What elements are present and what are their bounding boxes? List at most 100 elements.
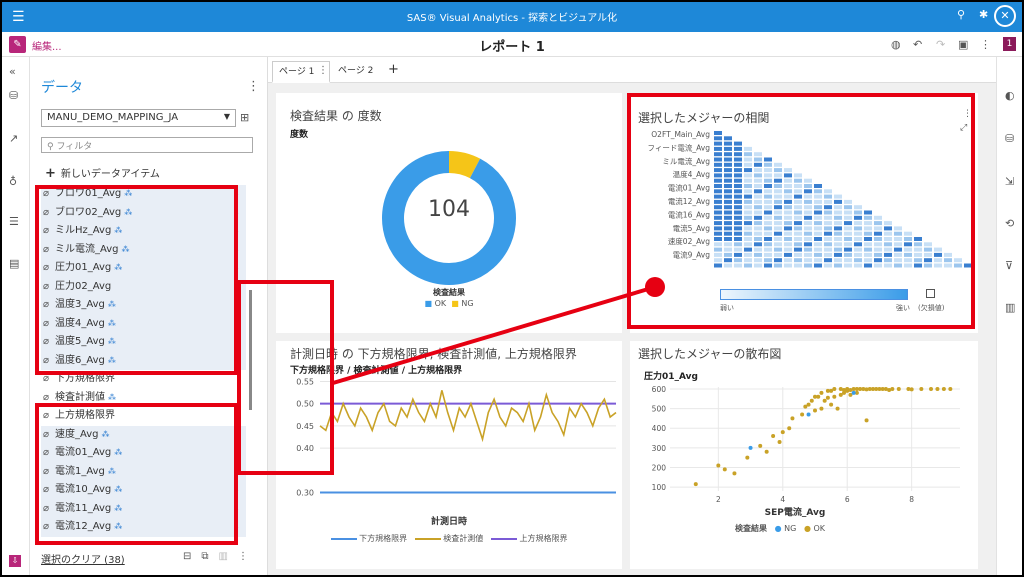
legend-upper-label: 上方規格限界 <box>519 534 568 543</box>
pin-icon[interactable]: ⇩ <box>9 555 21 567</box>
scatter-point-ok <box>803 404 808 409</box>
donut-slice-ng <box>448 151 481 179</box>
scatter-legend-title: 検査結果 <box>734 524 767 533</box>
y-tick-label: 200 <box>652 463 667 472</box>
actions-icon[interactable]: ⇲ <box>1005 175 1014 188</box>
highlight-box-connector <box>237 280 334 475</box>
highlight-box-measures-1 <box>35 185 238 375</box>
scatter-xlabel: SEP電流_Avg <box>764 508 826 518</box>
scatter-point-ok <box>777 439 782 444</box>
filter-input[interactable]: ⚲ フィルタ <box>41 137 253 153</box>
y-tick-label: 400 <box>652 424 667 433</box>
highlight-box-correlation <box>627 93 975 329</box>
new-data-item-button[interactable]: + 新しいデータアイテム <box>45 165 160 181</box>
highlight-box-measures-2 <box>35 403 238 545</box>
scatter-point-ok <box>813 394 817 399</box>
ranks-icon[interactable]: ▥ <box>1005 301 1015 314</box>
x-tick-label: 8 <box>909 495 914 504</box>
tab-menu-icon[interactable]: ⋮ <box>318 65 328 76</box>
scatter-point-ok <box>948 386 953 391</box>
footer-menu-icon[interactable]: ⋮ <box>238 551 258 562</box>
filter-placeholder: フィルタ <box>56 142 93 152</box>
document-icon[interactable]: ▤ <box>9 257 19 270</box>
chart-icon[interactable]: ↗ <box>9 132 18 145</box>
add-page-icon[interactable]: + <box>388 62 399 77</box>
left-rail: « ⛁ ↗ ♁ ☰ ▤ ⇩ <box>0 57 30 577</box>
scatter-point-ok <box>780 430 785 435</box>
scatter-point-ok <box>941 386 946 391</box>
chevron-down-icon: ▼ <box>223 112 230 121</box>
notification-badge[interactable]: 1 <box>1003 37 1016 51</box>
scatter-point-ok <box>822 398 827 403</box>
save-icon[interactable]: ▣ <box>958 38 968 51</box>
legend-lower-swatch <box>330 537 357 540</box>
y-tick-label: 100 <box>652 483 667 492</box>
trash-icon[interactable]: ▥ <box>219 551 238 562</box>
legend-upper-swatch <box>490 537 517 540</box>
collapse-icon[interactable]: « <box>9 65 16 78</box>
scatter-point-ok <box>693 482 698 487</box>
share-icon[interactable]: ◍ <box>891 38 901 51</box>
scatter-point-ok <box>716 463 721 468</box>
scatter-point-ok <box>845 388 850 393</box>
donut-center-value: 104 <box>428 197 470 222</box>
data-item-label: 検査計測値 <box>55 391 105 403</box>
rules-icon[interactable]: ⟲ <box>1005 217 1014 230</box>
scatter-point-ok <box>825 395 830 400</box>
scatter-legend: 検査結果 ● NG ● OK <box>630 523 930 534</box>
scatter-card[interactable]: 選択したメジャーの散布図 圧力01_Avg 100 200 300 400 500 600… <box>630 341 978 569</box>
tab-page-2[interactable]: ページ 2 <box>332 61 379 83</box>
scatter-point-ok <box>832 394 837 399</box>
scatter-point-ok <box>745 455 750 460</box>
lightbulb-icon[interactable]: ♁ <box>9 175 17 188</box>
scatter-point-ok <box>813 408 817 413</box>
legend-ok-swatch: ■ <box>424 299 433 308</box>
app-title: SAS® Visual Analytics - 探索とビジュアル化 <box>406 13 618 24</box>
database-icon[interactable]: ⛁ <box>9 89 18 102</box>
scatter-point-ok <box>835 406 840 411</box>
filter-icon[interactable]: ⊽ <box>1005 259 1013 272</box>
scatter-point-ng <box>748 445 753 450</box>
scatter-point-ok <box>896 386 901 391</box>
close-icon[interactable]: ✕ <box>994 5 1016 27</box>
data-roles-icon[interactable]: ⛁ <box>1005 132 1014 145</box>
plus-icon: + <box>45 166 56 181</box>
legend-ok-dot: ● <box>803 524 811 533</box>
app-header: ☰ SAS® Visual Analytics - 探索とビジュアル化 ⚲ ✱ … <box>0 0 1024 32</box>
page-tabs: ページ 1 ⋮ ページ 2 + <box>268 57 996 83</box>
data-source-icon[interactable]: ⊞ <box>240 111 249 124</box>
legend-ng-swatch: ■ <box>451 299 459 308</box>
y-tick-label: 0.30 <box>296 489 314 498</box>
redo-icon[interactable]: ↷ <box>936 38 945 51</box>
notification-icon[interactable]: ✱ <box>979 8 988 21</box>
more-icon[interactable]: ⋮ <box>980 38 991 51</box>
scatter-point-ok <box>758 443 763 448</box>
list-icon[interactable]: ☰ <box>9 215 19 228</box>
palette-icon[interactable]: ◐ <box>1005 89 1015 102</box>
scatter-point-ok <box>935 386 940 391</box>
scatter-point-ok <box>800 412 805 417</box>
legend-measure-swatch <box>414 537 441 540</box>
legend-ng-dot: ● <box>774 524 782 533</box>
scatter-point-ok <box>809 398 814 403</box>
line-xlabel: 計測日時 <box>430 517 467 527</box>
scatter-plot: 100 200 300 400 500 600 2 4 6 8 <box>652 385 960 504</box>
copy-icon[interactable]: ⧉ <box>201 551 218 562</box>
pane-footer-icons: ⊟⧉▥⋮ <box>183 551 258 562</box>
search-icon[interactable]: ⚲ <box>957 8 965 21</box>
scatter-point-ok <box>819 406 824 411</box>
pane-menu-icon[interactable]: ⋮ <box>247 79 260 94</box>
undo-icon[interactable]: ↶ <box>913 38 922 51</box>
line-legend: 下方規格限界 検査計測値 上方規格限界 <box>276 533 622 544</box>
scatter-point-ok <box>919 386 924 391</box>
scatter-point-ng <box>851 390 856 395</box>
data-source-select[interactable]: MANU_DEMO_MAPPING_JA ▼ <box>41 109 236 127</box>
measurement-line <box>319 390 617 443</box>
measure-icon: ⁂ <box>108 392 116 402</box>
scatter-point-ok <box>764 449 769 454</box>
new-data-item-label: 新しいデータアイテム <box>60 169 160 180</box>
scatter-point-ok <box>790 416 795 421</box>
clear-selection-link[interactable]: 選択のクリア (38) <box>41 551 125 566</box>
scatter-legend-ng: NG <box>784 524 797 533</box>
grid-icon[interactable]: ⊟ <box>183 551 201 562</box>
